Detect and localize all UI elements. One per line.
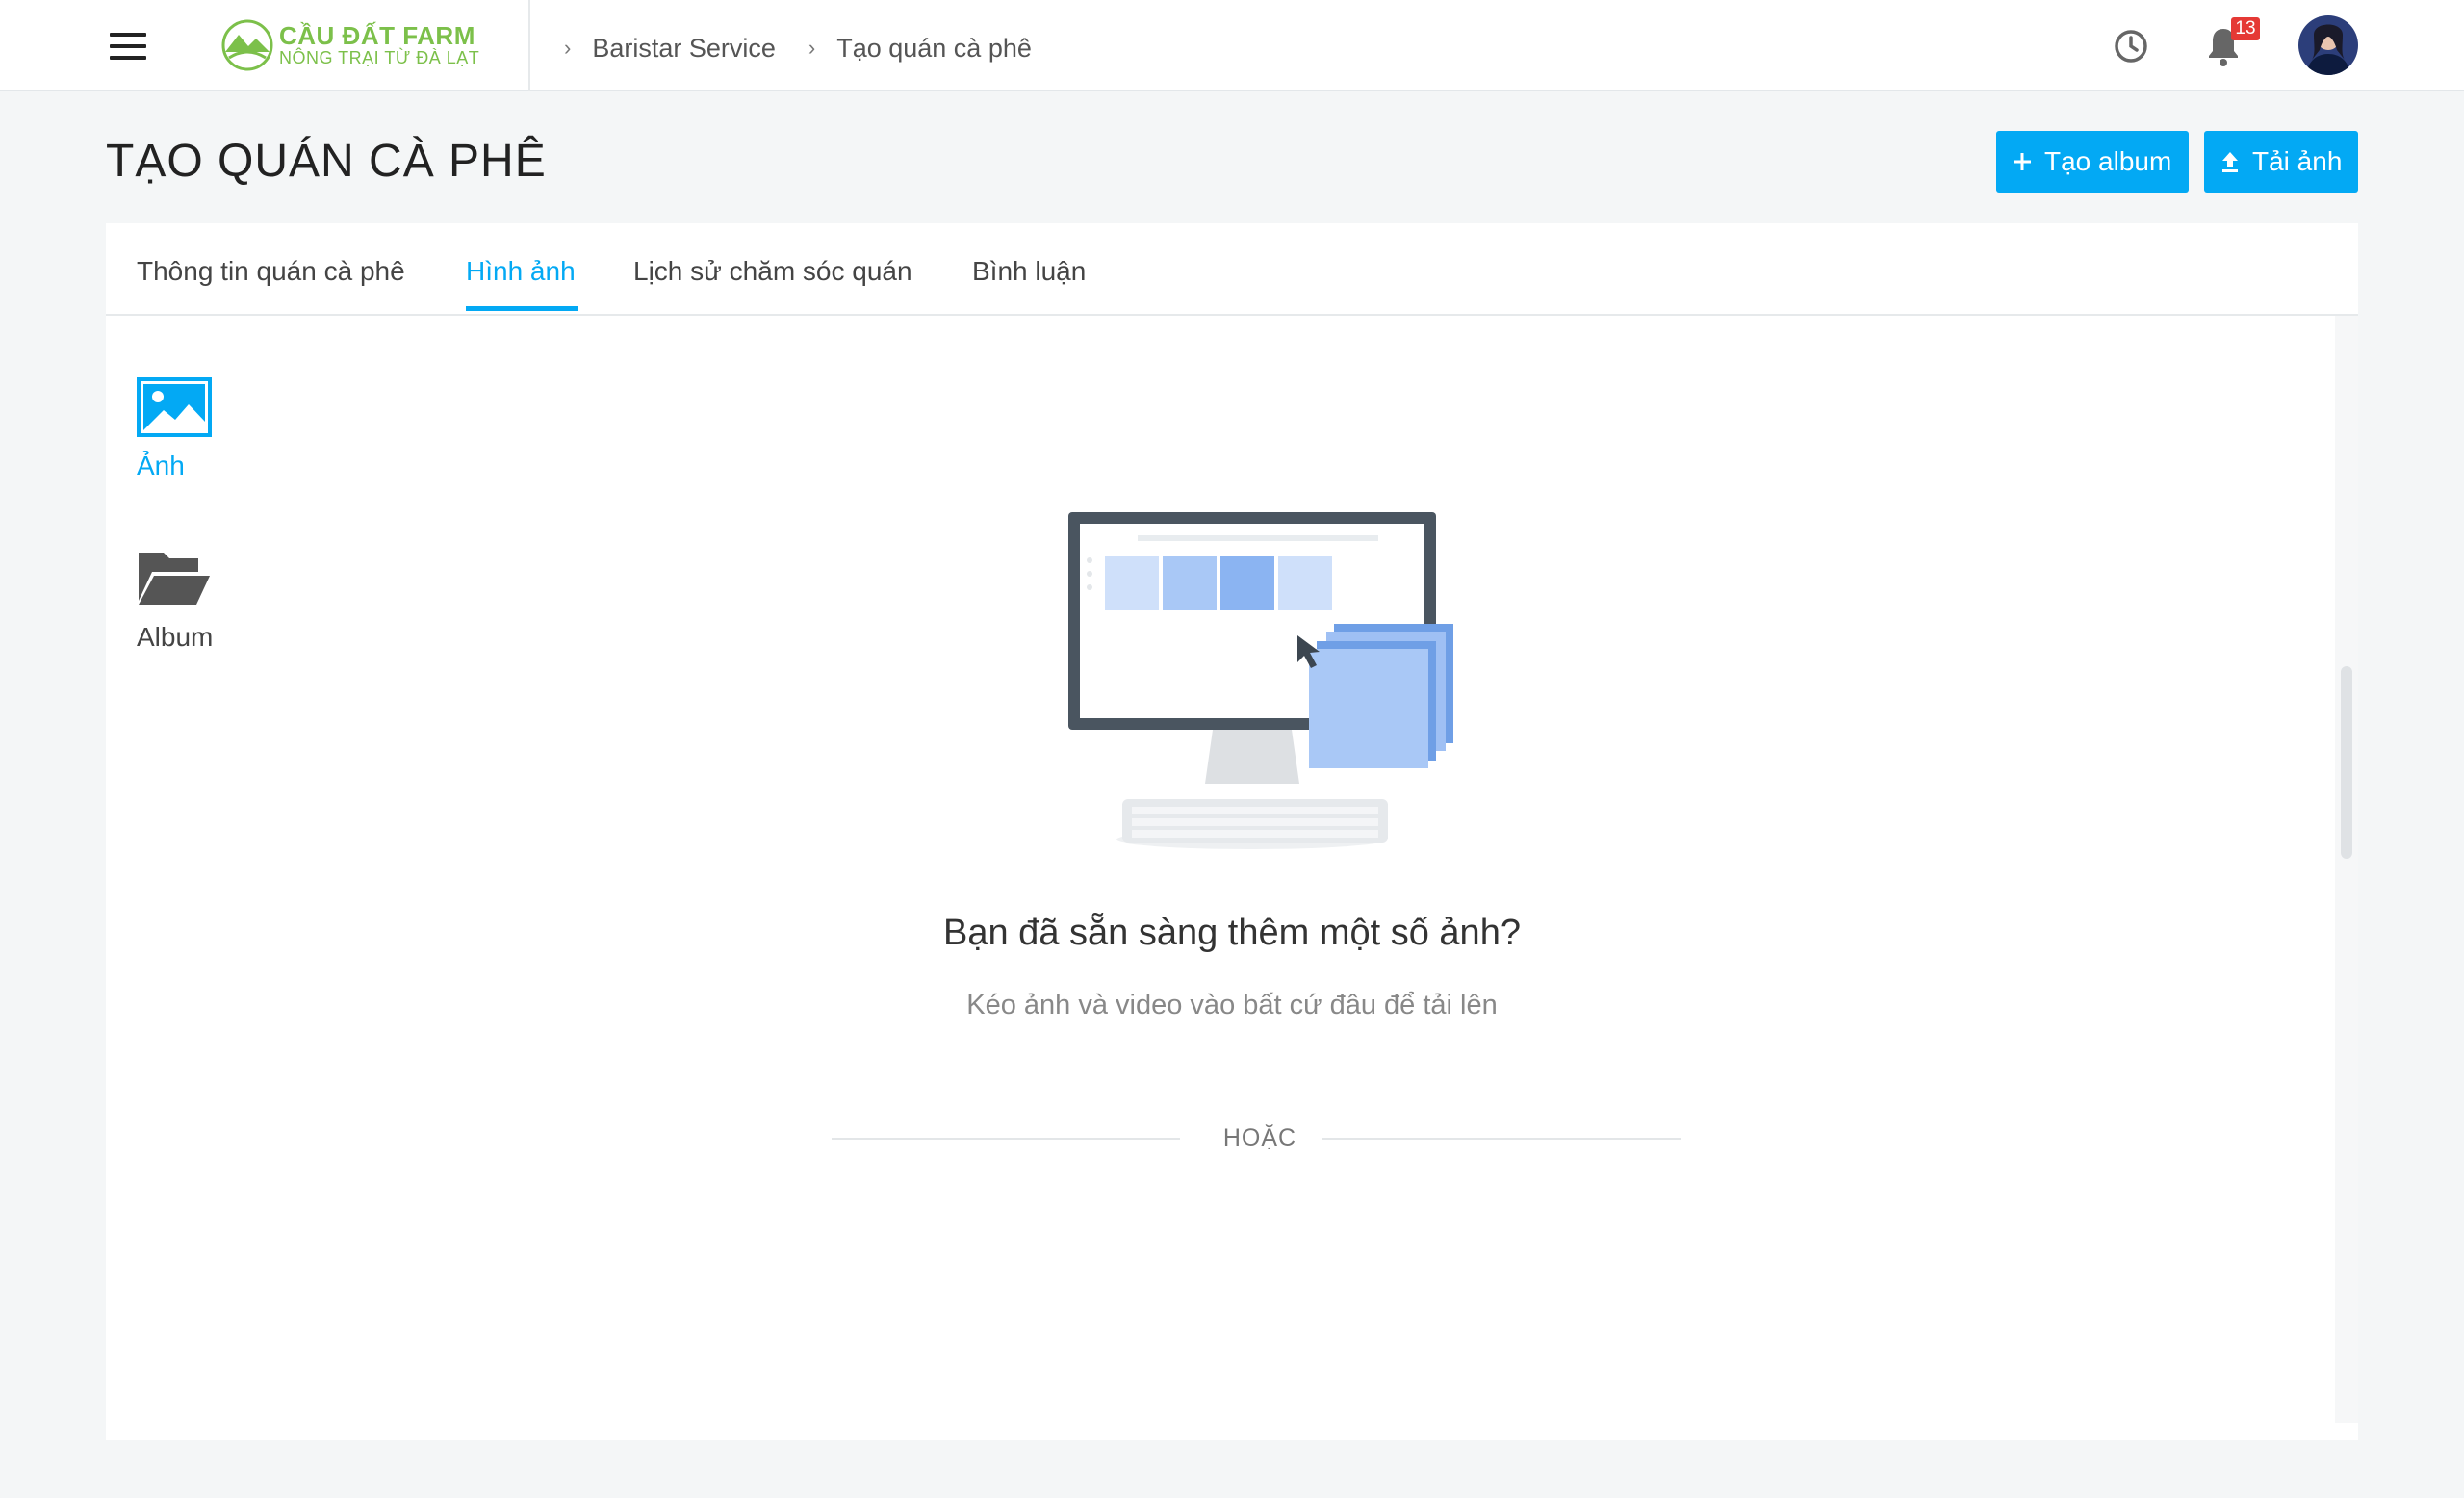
upload-icon	[2222, 152, 2238, 172]
tab-images[interactable]: Hình ảnh	[466, 256, 576, 287]
or-divider-label: HOẶC	[1222, 1124, 1297, 1151]
notification-badge: 13	[2231, 17, 2260, 40]
avatar[interactable]	[2298, 15, 2358, 75]
upload-illustration	[1068, 512, 1453, 849]
empty-state-headline: Bạn đã sẵn sàng thêm một số ảnh?	[943, 913, 1521, 953]
upload-photo-button[interactable]: Tải ảnh	[2204, 131, 2358, 193]
breadcrumb: › Baristar Service › Tạo quán cà phê	[564, 29, 1065, 67]
farm-logo-icon	[221, 19, 273, 71]
plus-icon	[2014, 153, 2031, 170]
header-divider	[528, 0, 530, 91]
content-card: Thông tin quán cà phê Hình ảnh Lịch sử c…	[106, 223, 2358, 1440]
upload-photo-label: Tải ảnh	[2252, 146, 2343, 176]
create-album-button[interactable]: Tạo album	[1996, 131, 2189, 193]
image-icon	[137, 377, 212, 437]
or-divider-left	[832, 1138, 1180, 1140]
active-tab-indicator	[466, 306, 578, 311]
empty-state-subline: Kéo ảnh và video vào bất cứ đâu để tải l…	[966, 990, 1498, 1020]
tab-care-history[interactable]: Lịch sử chăm sóc quán	[633, 256, 912, 287]
top-bar: CẦU ĐẤT FARM NÔNG TRẠI TỪ ĐÀ LẠT › Baris…	[0, 0, 2464, 91]
scrollbar[interactable]	[2335, 316, 2358, 1423]
sidebar-item-photos[interactable]: Ảnh	[137, 377, 233, 512]
breadcrumb-separator: ›	[564, 36, 572, 60]
sidebar-item-album[interactable]: Album	[137, 549, 233, 684]
breadcrumb-item-baristar-service[interactable]: Baristar Service	[592, 34, 776, 64]
or-divider-right	[1322, 1138, 1681, 1140]
tab-comments[interactable]: Bình luận	[972, 256, 1086, 287]
clock-icon[interactable]	[2112, 27, 2150, 65]
brand-logo[interactable]: CẦU ĐẤT FARM NÔNG TRẠI TỪ ĐÀ LẠT	[219, 15, 479, 75]
sidebar-label-album: Album	[137, 622, 214, 652]
menu-icon[interactable]	[96, 25, 164, 67]
logo-name: CẦU ĐẤT FARM	[279, 21, 475, 50]
sidebar-label-photos: Ảnh	[137, 451, 185, 480]
logo-tagline: NÔNG TRẠI TỪ ĐÀ LẠT	[279, 48, 480, 67]
breadcrumb-separator: ›	[808, 36, 816, 60]
tab-bar: Thông tin quán cà phê Hình ảnh Lịch sử c…	[106, 223, 2358, 316]
tab-cafe-info[interactable]: Thông tin quán cà phê	[137, 256, 405, 287]
breadcrumb-item-create-cafe[interactable]: Tạo quán cà phê	[836, 34, 1032, 64]
scrollbar-thumb[interactable]	[2341, 666, 2352, 859]
page-title: TẠO QUÁN CÀ PHÊ	[106, 136, 547, 187]
create-album-label: Tạo album	[2044, 146, 2172, 176]
folder-open-icon	[139, 553, 210, 605]
